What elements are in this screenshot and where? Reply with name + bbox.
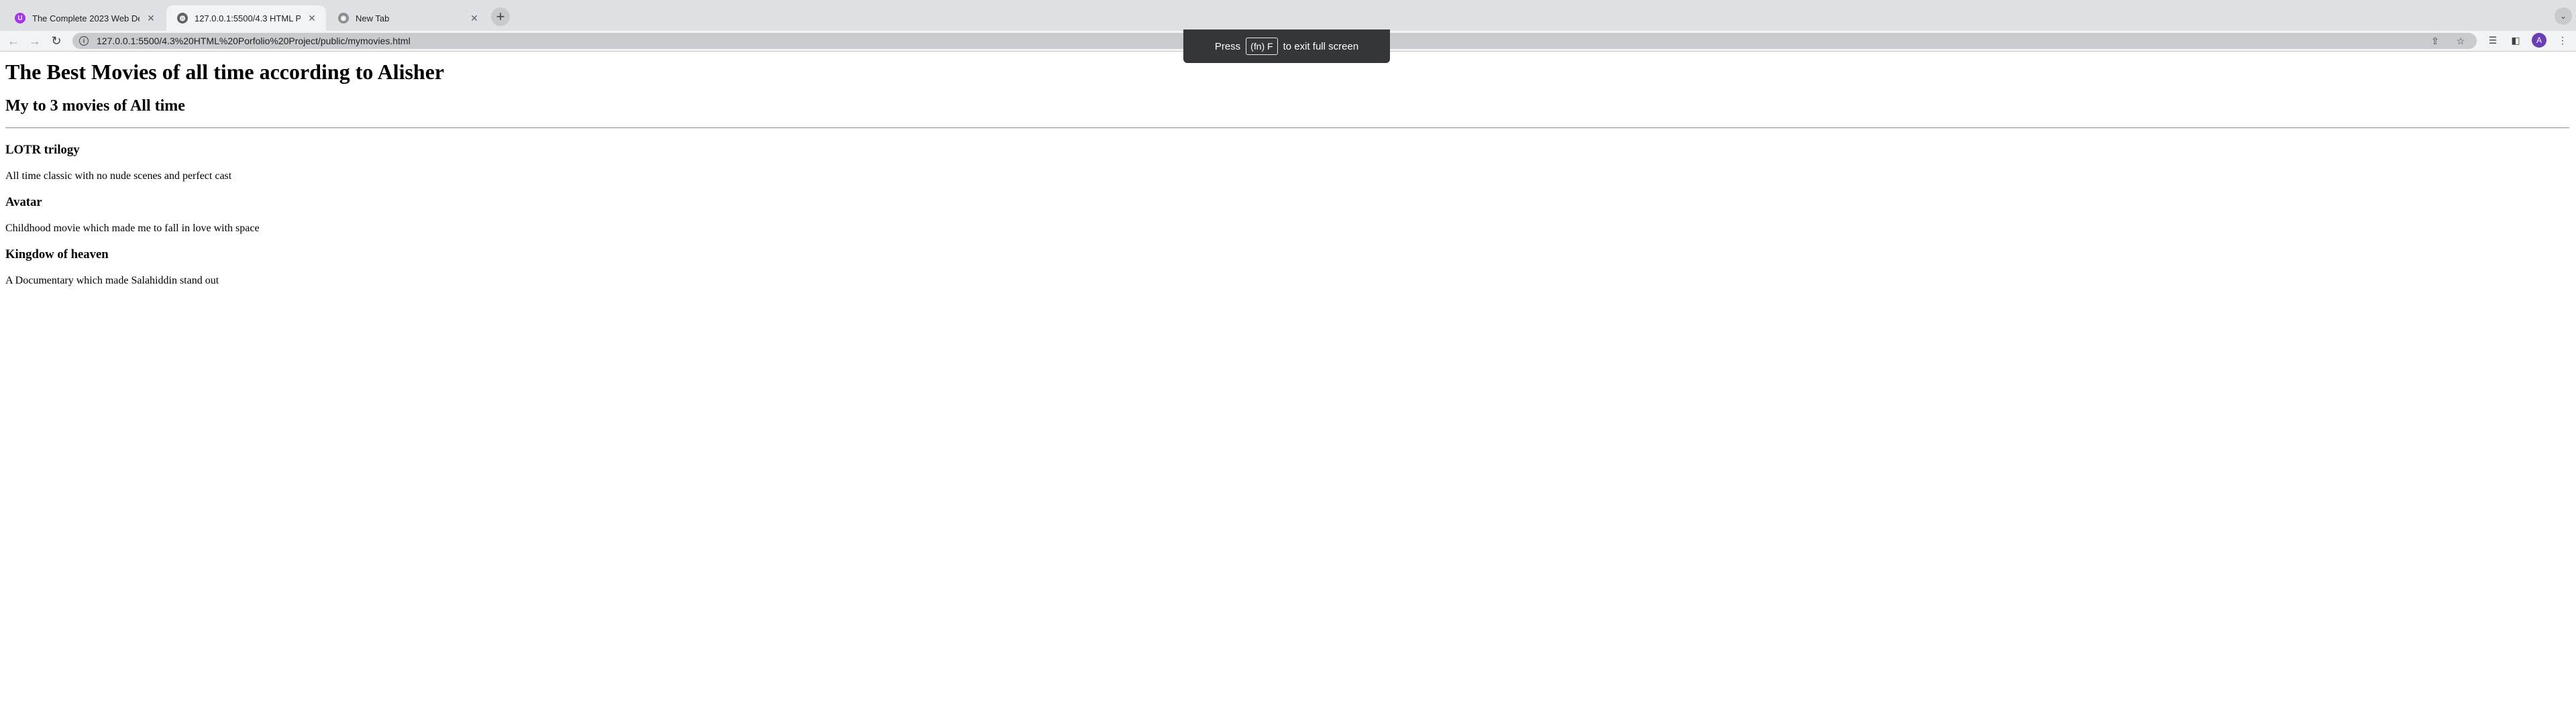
tab-mymovies[interactable]: ◍ 127.0.0.1:5500/4.3 HTML Portf ✕ — [166, 5, 326, 31]
globe-icon: ◍ — [177, 13, 188, 23]
tab-udemy-course[interactable]: U The Complete 2023 Web Devel ✕ — [4, 5, 165, 31]
movie-title: Kingdow of heaven — [5, 247, 109, 261]
chrome-icon: ◉ — [338, 13, 349, 23]
divider — [5, 127, 2569, 129]
forward-arrow-icon[interactable]: → — [27, 33, 43, 49]
share-icon[interactable]: ⇪ — [2428, 34, 2442, 48]
reading-list-icon[interactable]: ☰ — [2486, 34, 2500, 47]
movie-description: Childhood movie which made me to fall in… — [5, 223, 260, 234]
bookmark-star-icon[interactable]: ☆ — [2454, 34, 2467, 48]
more-menu-icon[interactable]: ⋮ — [2556, 34, 2569, 47]
tab-title: New Tab — [356, 13, 390, 23]
movie-title: LOTR trilogy — [5, 143, 80, 157]
tab-new-tab[interactable]: ◉ New Tab ✕ — [327, 5, 488, 31]
close-icon[interactable]: ✕ — [468, 12, 480, 24]
profile-avatar[interactable]: A — [2532, 33, 2546, 48]
tab-title: The Complete 2023 Web Devel — [32, 13, 140, 23]
movie-description: All time classic with no nude scenes and… — [5, 170, 232, 182]
page-subtitle: My to 3 movies of All time — [5, 97, 185, 115]
close-icon[interactable]: ✕ — [145, 12, 157, 24]
toast-text-before: Press — [1214, 40, 1241, 52]
tab-strip: U The Complete 2023 Web Devel ✕ ◍ 127.0.… — [0, 0, 2576, 31]
tab-search-button[interactable]: ⌄ — [2555, 7, 2572, 25]
page-title: The Best Movies of all time according to… — [5, 60, 445, 84]
new-tab-button[interactable]: + — [491, 7, 510, 26]
side-panel-icon[interactable]: ◧ — [2509, 34, 2522, 47]
udemy-icon: U — [15, 13, 25, 23]
site-info-icon[interactable]: i — [79, 36, 89, 46]
toast-text-after: to exit full screen — [1283, 40, 1359, 52]
movie-description: A Documentary which made Salahiddin stan… — [5, 275, 219, 286]
back-arrow-icon[interactable]: ← — [5, 33, 21, 49]
tab-title: 127.0.0.1:5500/4.3 HTML Portf — [195, 13, 301, 23]
url-text: 127.0.0.1:5500/4.3%20HTML%20Porfolio%20P… — [97, 36, 411, 46]
toast-key: (fn) F — [1246, 38, 1278, 55]
movie-title: Avatar — [5, 195, 42, 209]
close-icon[interactable]: ✕ — [306, 12, 318, 24]
fullscreen-exit-toast: Press (fn) F to exit full screen — [1183, 29, 1390, 63]
reload-icon[interactable]: ↻ — [48, 33, 64, 49]
